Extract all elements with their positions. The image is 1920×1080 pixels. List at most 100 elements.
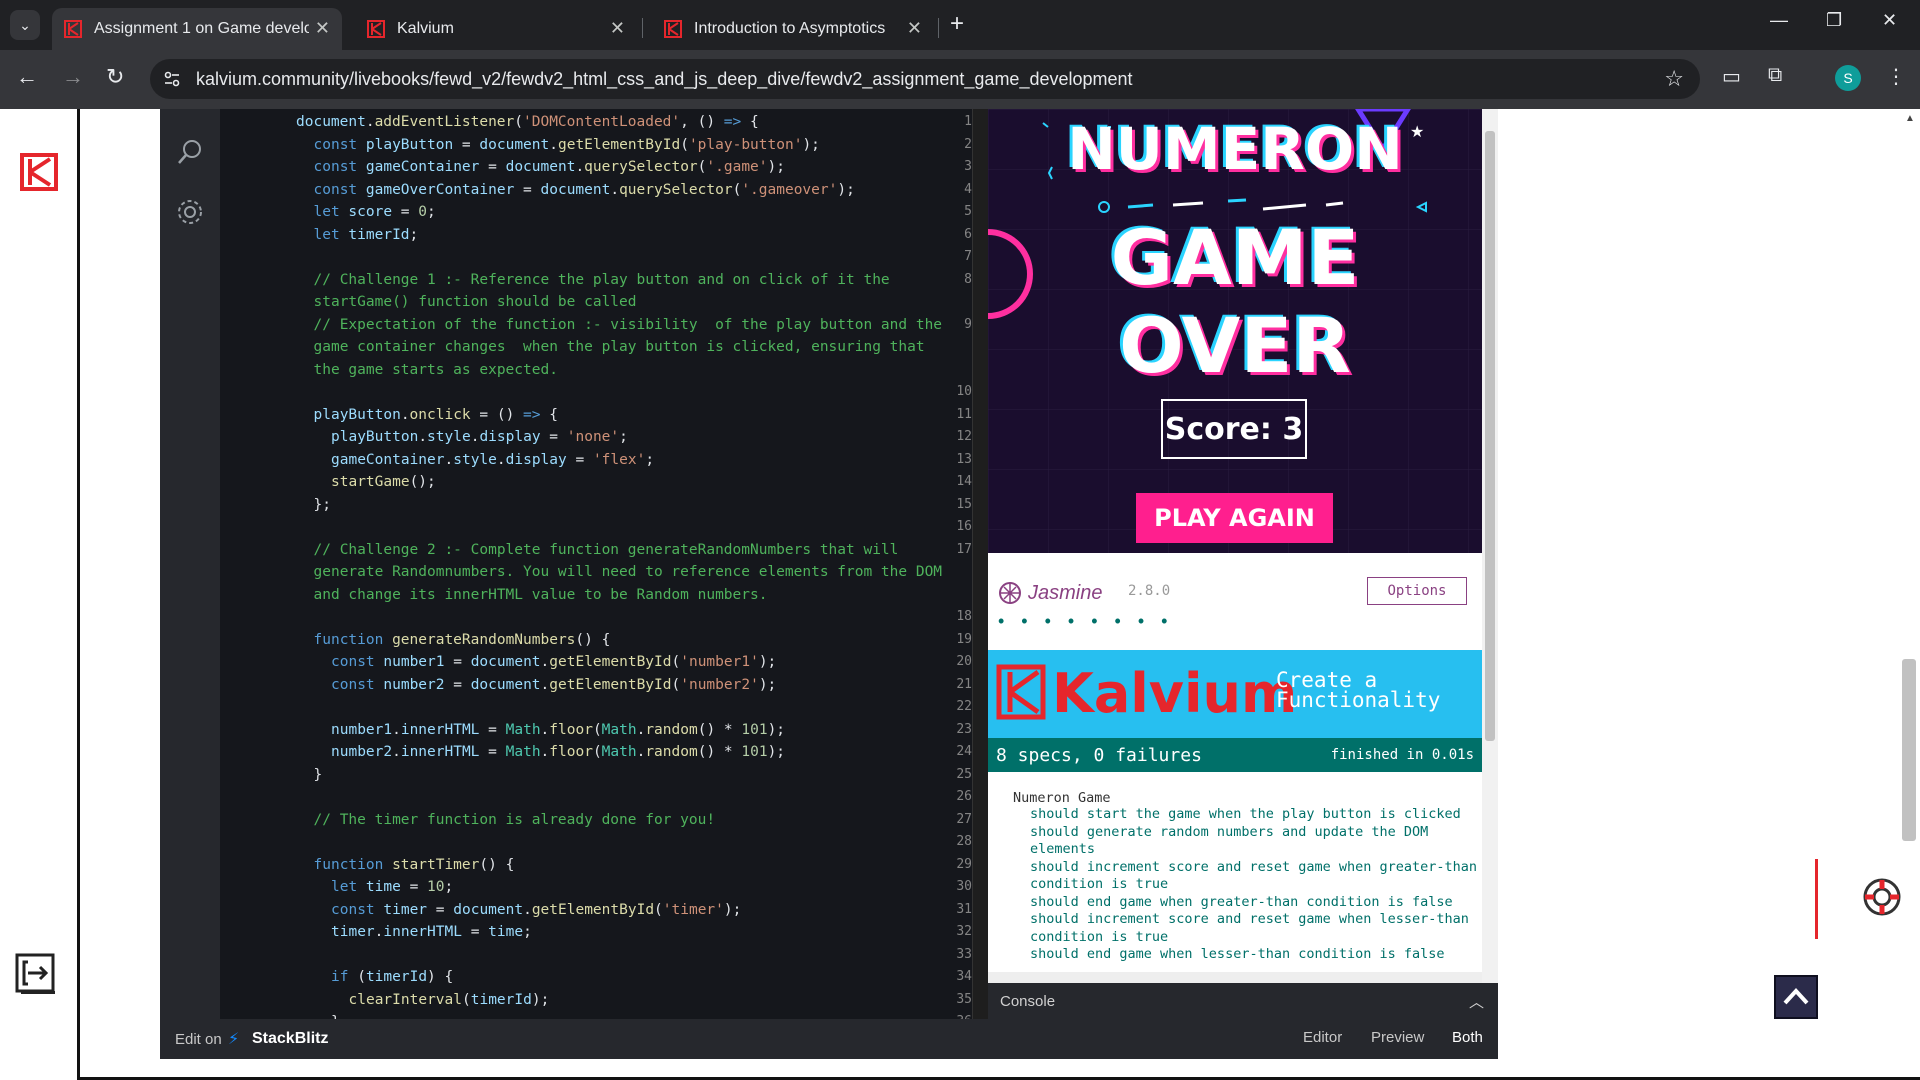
code-token: const bbox=[331, 901, 384, 918]
back-arrow-icon[interactable]: ← bbox=[16, 65, 38, 89]
code-token: random bbox=[645, 744, 698, 760]
cast-icon[interactable]: ▭ bbox=[1722, 64, 1741, 89]
console-panel-toggle[interactable]: Console ︿ bbox=[988, 983, 1498, 1019]
spec-item[interactable]: should end game when greater-than condit… bbox=[1030, 894, 1480, 912]
code-token: = bbox=[540, 429, 567, 445]
line-number: 26 bbox=[956, 789, 972, 804]
kalvium-logo-icon bbox=[996, 664, 1046, 720]
tab-kalvium[interactable]: Kalvium ✕ bbox=[355, 8, 637, 50]
jasmine-name: Jasmine bbox=[1028, 581, 1103, 604]
address-bar[interactable]: kalvium.community/livebooks/fewd_v2/fewd… bbox=[150, 59, 1700, 99]
line-number: 21 bbox=[956, 676, 972, 692]
code-token: getElementById bbox=[531, 901, 655, 918]
close-tab-icon[interactable]: ✕ bbox=[610, 19, 625, 37]
code-token: number2 bbox=[331, 744, 393, 760]
tab-separator bbox=[938, 18, 939, 38]
line-number: 2 bbox=[964, 136, 972, 152]
code-token: startTimer bbox=[392, 856, 480, 873]
game-title-over: OVER bbox=[1119, 301, 1351, 390]
profile-avatar[interactable]: S bbox=[1835, 65, 1861, 91]
restore-icon[interactable]: ❐ bbox=[1826, 10, 1842, 31]
view-editor-button[interactable]: Editor bbox=[1303, 1029, 1342, 1046]
tab-asymptotics[interactable]: Introduction to Asymptotics ✕ bbox=[652, 8, 934, 50]
kalvium-logo-icon[interactable] bbox=[20, 153, 58, 191]
tab-search-button[interactable]: ⌄ bbox=[10, 10, 40, 40]
extensions-puzzle-icon[interactable]: ⧉ bbox=[1768, 64, 1782, 87]
scroll-thumb[interactable] bbox=[1485, 131, 1495, 741]
reload-icon[interactable]: ↻ bbox=[106, 65, 124, 89]
spec-item[interactable]: should increment score and reset game wh… bbox=[1030, 859, 1480, 894]
code-token: score bbox=[348, 204, 393, 220]
preview-vertical-scrollbar[interactable] bbox=[1482, 109, 1498, 1019]
code-token: . bbox=[444, 451, 454, 468]
code-token: 'play-button' bbox=[688, 136, 803, 153]
code-line: timer.innerHTML = time; bbox=[331, 921, 532, 944]
code-token: // The timer function is already done fo… bbox=[313, 811, 716, 828]
code-token: if bbox=[331, 969, 358, 985]
code-token: floor bbox=[549, 721, 593, 738]
code-line: }; bbox=[314, 494, 331, 517]
line-number: 25 bbox=[956, 766, 972, 782]
code-token: const bbox=[313, 181, 366, 198]
code-token: document bbox=[296, 114, 366, 130]
close-window-icon[interactable]: ✕ bbox=[1882, 10, 1897, 31]
gear-icon[interactable] bbox=[175, 197, 205, 227]
spec-item[interactable]: should generate random numbers and updat… bbox=[1030, 824, 1480, 859]
code-token: ( bbox=[654, 901, 663, 918]
scroll-thumb[interactable] bbox=[1902, 659, 1916, 841]
spec-item[interactable]: should end game when lesser-than conditi… bbox=[1030, 946, 1480, 964]
suite-name[interactable]: Numeron Game bbox=[1013, 790, 1111, 806]
code-token: querySelector bbox=[619, 181, 733, 198]
close-tab-icon[interactable]: ✕ bbox=[907, 19, 922, 37]
preview-pane: ★ NUMERON GAME OVER Score: 3 PLAY AGAIN … bbox=[988, 109, 1498, 1019]
line-number: 8 bbox=[964, 271, 972, 287]
scroll-up-icon[interactable]: ▲ bbox=[1905, 113, 1915, 124]
exit-icon[interactable] bbox=[14, 952, 58, 994]
chevron-up-icon[interactable]: ︿ bbox=[1469, 991, 1484, 1012]
stackblitz-link[interactable]: StackBlitz bbox=[252, 1030, 328, 1048]
help-widget[interactable] bbox=[1815, 859, 1920, 939]
code-token: timer bbox=[383, 901, 428, 918]
stackblitz-bolt-icon[interactable]: ⚡ bbox=[228, 1029, 239, 1049]
code-token: onclick bbox=[409, 406, 471, 423]
play-again-button[interactable]: PLAY AGAIN bbox=[1136, 493, 1333, 543]
minimize-icon[interactable]: — bbox=[1770, 10, 1788, 31]
code-editor[interactable]: 1 document.addEventListener('DOMContentLo… bbox=[220, 109, 972, 1019]
code-line: // Challenge 2 :- Complete function gene… bbox=[314, 539, 899, 562]
code-token: innerHTML bbox=[400, 721, 480, 738]
code-token: . bbox=[540, 721, 550, 738]
code-token: ( bbox=[732, 181, 742, 198]
code-token: . bbox=[540, 744, 550, 760]
back-to-top-button[interactable] bbox=[1774, 975, 1818, 1019]
code-token: getElementById bbox=[549, 654, 672, 670]
code-token: }; bbox=[313, 496, 331, 513]
code-token: time bbox=[365, 879, 401, 895]
code-token: Math bbox=[601, 721, 637, 738]
tab-assignment[interactable]: Assignment 1 on Game develop ✕ bbox=[52, 8, 342, 50]
view-preview-button[interactable]: Preview bbox=[1371, 1029, 1424, 1046]
menu-kebab-icon[interactable]: ⋮ bbox=[1886, 64, 1906, 89]
options-button[interactable]: Options bbox=[1367, 577, 1467, 605]
site-info-icon[interactable] bbox=[162, 69, 182, 89]
bookmark-star-icon[interactable]: ☆ bbox=[1664, 66, 1684, 92]
new-tab-plus-icon[interactable]: + bbox=[950, 12, 964, 36]
code-token: startGame() function should be called bbox=[313, 294, 637, 310]
jasmine-header: Jasmine 2.8.0 Options • • • • • • • • bbox=[988, 553, 1482, 650]
code-token: = bbox=[479, 721, 506, 738]
spec-item[interactable]: should increment score and reset game wh… bbox=[1030, 911, 1480, 946]
code-line: gameContainer.style.display = 'flex'; bbox=[331, 449, 654, 472]
code-token: 'none' bbox=[566, 429, 620, 445]
close-tab-icon[interactable]: ✕ bbox=[315, 19, 330, 37]
code-token: 0 bbox=[418, 204, 428, 220]
browser-tab-bar: ⌄ Assignment 1 on Game develop ✕ Kalvium… bbox=[0, 0, 1920, 50]
spec-item[interactable]: should start the game when the play butt… bbox=[1030, 806, 1480, 824]
chevron-down-icon: ⌄ bbox=[19, 16, 31, 33]
search-icon[interactable] bbox=[175, 137, 205, 167]
code-token: = bbox=[461, 924, 489, 940]
code-token: => bbox=[723, 114, 742, 130]
line-number: 30 bbox=[956, 879, 972, 894]
code-token: (); bbox=[409, 474, 436, 490]
view-both-button[interactable]: Both bbox=[1452, 1029, 1483, 1046]
split-divider[interactable] bbox=[972, 109, 988, 1019]
forward-arrow-icon[interactable]: → bbox=[62, 65, 84, 89]
